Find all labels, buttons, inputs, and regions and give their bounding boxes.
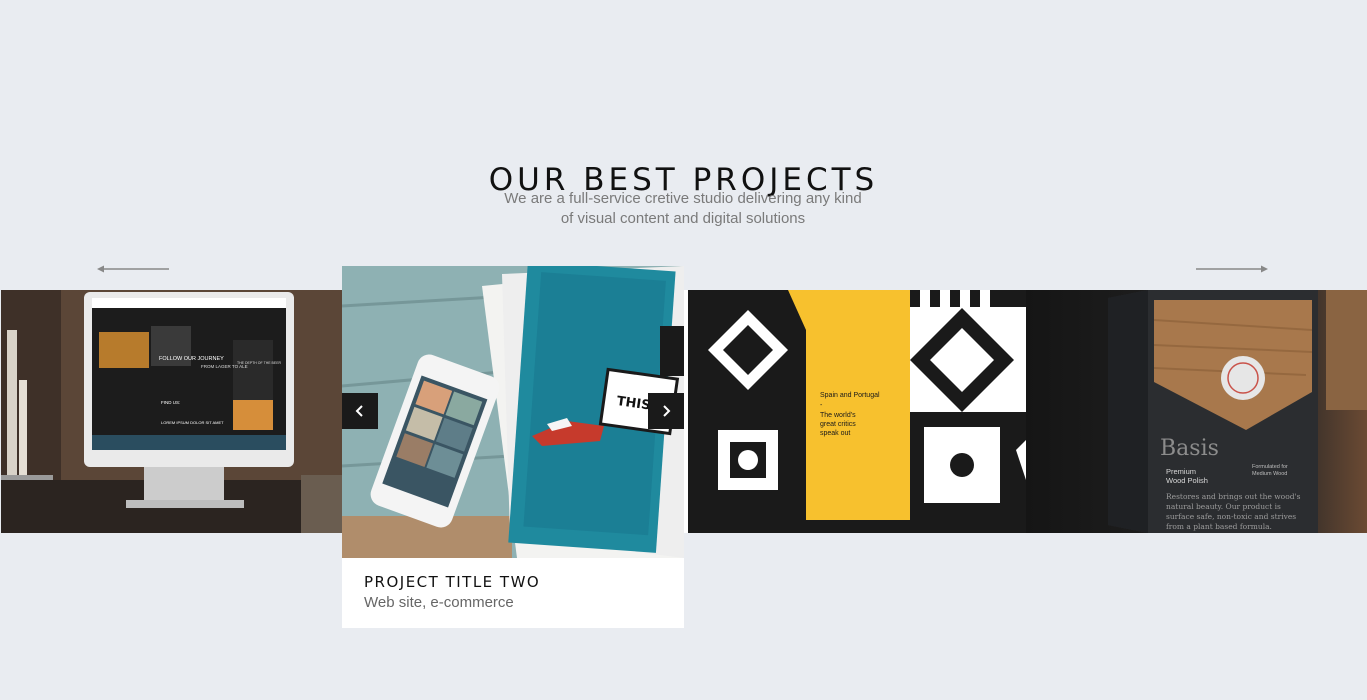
chevron-right-icon — [663, 405, 671, 417]
product-note-2: Medium Wood — [1252, 471, 1287, 477]
project-slide-1[interactable]: FOLLOW OUR JOURNEY FROM LAGER TO ALE THE… — [1, 290, 342, 533]
poster-text-3: The world's — [820, 412, 856, 419]
project-slide-3[interactable]: Spain and Portugal - The world's great c… — [684, 290, 1026, 533]
project-image-2: THIS ADVE — [342, 266, 684, 558]
poster-text-1: Spain and Portugal — [820, 392, 880, 399]
screen-text-1: FOLLOW OUR JOURNEY — [159, 356, 224, 362]
project-title[interactable]: PROJECT TITLE TWO — [364, 573, 540, 591]
product-brand: Basis — [1160, 436, 1219, 461]
screen-text-5: LOREM IPSUM DOLOR SIT AMET — [161, 420, 224, 425]
project-image-1: FOLLOW OUR JOURNEY FROM LAGER TO ALE THE… — [1, 290, 342, 533]
poster-text-4: great critics — [820, 421, 856, 428]
active-project-card[interactable]: PROJECT TITLE TWO Web site, e-commerce — [342, 558, 684, 628]
slide-prev-button[interactable] — [342, 393, 378, 429]
project-category: Web site, e-commerce — [364, 594, 514, 611]
slider-prev-arrow-icon[interactable] — [97, 263, 169, 275]
section-subtitle-line2: of visual content and digital solutions — [560, 210, 806, 227]
slide-next-button[interactable] — [648, 393, 684, 429]
product-body-3: surface safe, non-toxic and strives — [1166, 512, 1296, 521]
product-line-1: Premium — [1166, 467, 1196, 476]
screen-text-3: THE DEPTH OF THE BEER — [237, 361, 282, 365]
slider-next-arrow-icon[interactable] — [1196, 263, 1268, 275]
project-image-3: Spain and Portugal - The world's great c… — [684, 290, 1026, 533]
product-line-2: Wood Polish — [1166, 476, 1208, 485]
section-subtitle: We are a full-service cretive studio del… — [483, 189, 883, 229]
product-note-1: Formulated for — [1252, 464, 1288, 470]
screen-text-4: FIND US: — [161, 400, 180, 405]
poster-text-5: speak out — [820, 430, 850, 437]
product-body-1: Restores and brings out the wood's — [1166, 492, 1301, 501]
product-body-4: from a plant based formula. — [1166, 522, 1272, 531]
project-image-4: Basis Premium Wood Polish Formulated for… — [1026, 290, 1367, 533]
product-body-2: natural beauty. Our product is — [1166, 502, 1281, 511]
project-slide-4[interactable]: Basis Premium Wood Polish Formulated for… — [1026, 290, 1367, 533]
section-subtitle-line1: We are a full-service cretive studio del… — [504, 190, 862, 207]
chevron-left-icon — [355, 405, 363, 417]
project-slide-2[interactable]: THIS ADVE — [342, 266, 684, 558]
